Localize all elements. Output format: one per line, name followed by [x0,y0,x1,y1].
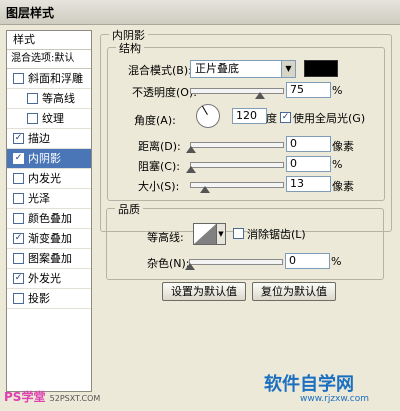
sidebar-item-checkbox[interactable] [13,172,24,184]
angle-dial[interactable] [196,104,220,128]
sidebar-item-label: 描边 [28,132,50,145]
contour-label: 等高线: [147,231,184,244]
sidebar-item-label: 光泽 [28,192,50,205]
sidebar-item-label: 等高线 [42,92,75,105]
sidebar-item-label: 纹理 [42,112,64,125]
blend-mode-value: 正片叠底 [195,62,239,75]
sidebar-item-checkbox[interactable]: ✓ [13,272,24,284]
sidebar-item[interactable]: 光泽 [7,189,91,209]
size-slider[interactable] [190,182,284,193]
watermark-right: 软件自学网 [264,370,354,396]
sidebar-item[interactable]: ✓ 内阴影 [7,149,91,169]
contour-curve-icon [194,224,216,244]
contour-preview[interactable] [193,223,217,245]
distance-slider-thumb[interactable] [186,146,196,153]
sidebar-item-label: 斜面和浮雕 [28,72,83,85]
sidebar-item[interactable]: 颜色叠加 [7,209,91,229]
sidebar-item[interactable]: 投影 [7,289,91,309]
sidebar-blend-options[interactable]: 混合选项:默认 [7,50,91,69]
watermark-left-url: 52PSXT.COM [49,394,101,403]
distance-unit: 像素 [332,140,354,153]
size-label: 大小(S): [138,180,180,193]
distance-slider[interactable] [186,142,284,153]
structure-group: 结构 混合模式(B): 正片叠底 ▼ 不透明度(O): 75 % 角度(A): … [107,40,385,201]
sidebar-item-checkbox[interactable] [27,92,38,104]
blend-mode-select[interactable]: 正片叠底 ▼ [190,60,296,78]
distance-input[interactable]: 0 [286,136,331,152]
opacity-slider[interactable] [190,88,284,99]
sidebar-item-checkbox[interactable]: ✓ [13,152,24,164]
set-default-button[interactable]: 设置为默认值 [162,282,246,301]
structure-title: 结构 [116,40,144,56]
sidebar-item[interactable]: ✓ 描边 [7,129,91,149]
sidebar-item-label: 外发光 [28,272,61,285]
chevron-down-icon: ▼ [281,61,295,77]
global-light-label: 使用全局光(G) [293,112,366,125]
sidebar-item[interactable]: 斜面和浮雕 [7,69,91,89]
sidebar-item-label: 渐变叠加 [28,232,72,245]
sidebar-item-checkbox[interactable] [13,72,24,84]
choke-label: 阻塞(C): [138,160,180,173]
quality-group: 品质 等高线: ▼ 消除锯齿(L) 杂色(N): 0 % [106,201,384,280]
reset-default-button[interactable]: 复位为默认值 [252,282,336,301]
choke-slider-thumb[interactable] [186,166,196,173]
sidebar-item-checkbox[interactable] [27,112,38,124]
sidebar-item[interactable]: ✓ 渐变叠加 [7,229,91,249]
sidebar-item-checkbox[interactable] [13,292,24,304]
distance-label: 距离(D): [138,140,181,153]
anti-alias-label: 消除锯齿(L) [247,228,306,241]
choke-unit: % [332,158,343,171]
noise-input[interactable]: 0 [285,253,330,269]
quality-title: 品质 [115,201,143,217]
sidebar-item-checkbox[interactable]: ✓ [13,232,24,244]
shadow-color-swatch[interactable] [304,60,338,77]
global-light-checkbox[interactable]: ✓ [280,112,291,123]
angle-needle [202,105,208,115]
chevron-down-icon[interactable]: ▼ [216,223,226,245]
sidebar-header[interactable]: 样式 [7,31,91,50]
watermark-left-text: PS学堂 [4,390,46,404]
choke-input[interactable]: 0 [286,156,331,172]
opacity-label: 不透明度(O): [132,86,197,99]
watermark-left: PS学堂 52PSXT.COM [4,388,100,405]
sidebar-item[interactable]: ✓ 外发光 [7,269,91,289]
noise-label: 杂色(N): [147,257,190,270]
sidebar-item-label: 图案叠加 [28,252,72,265]
watermark-right-url: www.rjzxw.com [300,394,369,404]
size-input[interactable]: 13 [286,176,331,192]
sidebar-item-label: 内阴影 [28,152,61,165]
noise-slider-thumb[interactable] [185,263,195,270]
sidebar-item-label: 颜色叠加 [28,212,72,225]
sidebar-item-checkbox[interactable] [13,192,24,204]
blend-mode-label: 混合模式(B): [128,64,192,77]
sidebar-item[interactable]: 纹理 [7,109,91,129]
angle-unit: 度 [266,112,277,125]
size-slider-thumb[interactable] [200,186,211,193]
inner-shadow-group: 内阴影 结构 混合模式(B): 正片叠底 ▼ 不透明度(O): 75 % 角度(… [100,27,392,232]
noise-slider[interactable] [185,259,283,270]
opacity-slider-thumb[interactable] [255,92,265,99]
sidebar-item-label: 投影 [28,292,50,305]
angle-input[interactable]: 120 [232,108,267,124]
window-title: 图层样式 [6,6,55,20]
sidebar-item-checkbox[interactable] [13,212,24,224]
anti-alias-checkbox[interactable] [233,228,244,239]
choke-slider[interactable] [186,162,284,173]
sidebar-item[interactable]: 图案叠加 [7,249,91,269]
sidebar-item-checkbox[interactable]: ✓ [13,132,24,144]
sidebar-item[interactable]: 内发光 [7,169,91,189]
opacity-unit: % [332,84,343,97]
sidebar-item[interactable]: 等高线 [7,89,91,109]
sidebar-item-checkbox[interactable] [13,252,24,264]
sidebar-item-label: 内发光 [28,172,61,185]
watermark-right-text: 软件自学网 [264,374,354,395]
angle-label: 角度(A): [134,114,176,127]
size-unit: 像素 [332,180,354,193]
opacity-input[interactable]: 75 [286,82,331,98]
noise-unit: % [331,255,342,268]
title-bar: 图层样式 [0,0,400,25]
styles-sidebar: 样式 混合选项:默认 斜面和浮雕等高线纹理 ✓ 描边 ✓ 内阴影内发光光泽颜色叠加 ✓ 渐变… [6,30,92,392]
